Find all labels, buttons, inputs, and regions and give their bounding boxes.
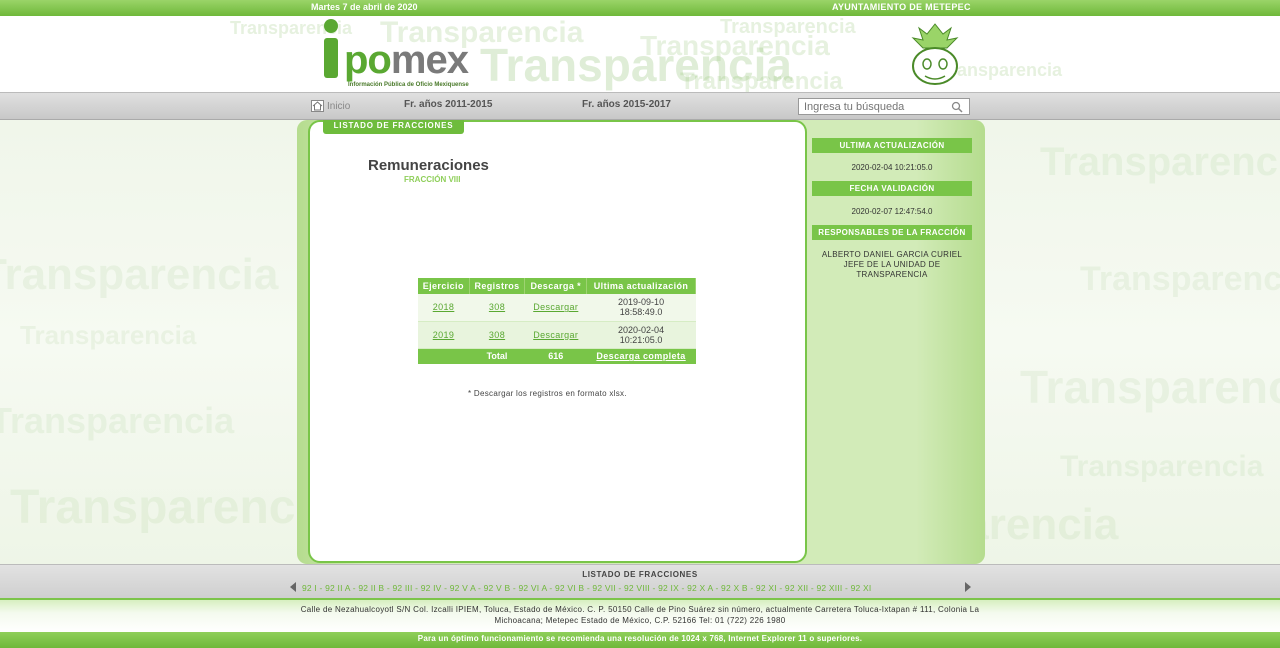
responsible-header: RESPONSABLES DE LA FRACCIÓN [812,225,972,240]
fracciones-bar: LISTADO DE FRACCIONES 92 I - 92 II A - 9… [0,564,1280,598]
total-value: 616 [524,348,587,364]
cell-updated: 2020-02-04 10:21:05.0 [586,321,696,349]
cell-download: Descargar [524,321,587,349]
scroll-right-icon[interactable] [965,582,971,592]
fracciones-bar-title: LISTADO DE FRACCIONES [582,570,698,579]
table-header-row: Ejercicio Registros Descarga * Ultima ac… [418,278,696,294]
watermark-text: Transparencia [1080,260,1280,298]
cell-year: 2019 [418,321,470,349]
records-link[interactable]: 308 [489,302,505,312]
last-update-header: ULTIMA ACTUALIZACIÓN [812,138,972,153]
validation-value: 2020-02-07 12:47:54.0 [851,207,933,216]
records-table: Ejercicio Registros Descarga * Ultima ac… [418,278,696,364]
table-total-row: Total 616 Descarga completa [418,348,696,364]
updated-time: 10:21:05.0 [619,334,663,345]
cell-empty [418,348,470,364]
responsible-info: ALBERTO DANIEL GARCIA CURIEL JEFE DE LA … [812,250,972,280]
scroll-left-icon[interactable] [290,582,296,592]
watermark-text: Transparencia [1060,450,1264,483]
footer-address: Calle de Nezahualcoyotl S/N Col. Izcalli… [300,605,980,625]
watermark-text: Transparencia [720,16,856,38]
search-input[interactable] [798,98,970,115]
watermark-text: Transparencia [20,320,197,350]
cell-year: 2018 [418,294,470,322]
year-link[interactable]: 2018 [433,302,455,312]
fracciones-list[interactable]: 92 I - 92 II A - 92 II B - 92 III - 92 I… [302,583,871,593]
home-icon [311,100,324,112]
nav-bar: Inicio Fr. años 2011-2015 Fr. años 2015-… [0,92,1280,120]
cell-full-download: Descarga completa [586,348,696,364]
full-download-link[interactable]: Descarga completa [596,351,685,361]
watermark-text: Transparencia [1040,140,1280,184]
updated-time: 18:58:49.0 [619,307,663,318]
cell-updated: 2019-09-10 18:58:49.0 [586,294,696,322]
watermark-text: Transparencia [680,68,843,92]
ipomex-logo[interactable]: pomex Información Pública de Oficio Mexi… [318,18,498,90]
nav-home-link[interactable]: Inicio [311,100,350,112]
watermark-text: Transparencia [0,250,279,299]
responsible-role: JEFE DE LA UNIDAD DE TRANSPARENCIA [843,260,941,279]
download-link[interactable]: Descargar [533,330,578,340]
logo-i-icon [324,19,338,78]
table-row: 2019 308 Descargar 2020-02-04 10:21:05.0 [418,321,696,349]
column-header-descarga: Descarga * [524,278,588,294]
last-update-value: 2020-02-04 10:21:05.0 [851,163,933,172]
download-link[interactable]: Descargar [533,302,578,312]
total-label: Total [469,348,525,364]
logo-subtitle: Información Pública de Oficio Mexiquense [348,82,469,88]
responsible-name: ALBERTO DANIEL GARCIA CURIEL [821,250,963,259]
cell-records: 308 [469,321,525,349]
municipality-name: AYUNTAMIENTO DE METEPEC [832,2,971,12]
metepec-emblem-icon [911,23,959,85]
records-link[interactable]: 308 [489,330,505,340]
search-icon[interactable] [951,101,963,113]
watermark-text: Transparencia [0,400,235,441]
column-header-actualizacion: Ultima actualización [586,278,696,294]
updated-date: 2019-09-10 [618,297,665,308]
validation-header: FECHA VALIDACIÓN [812,181,972,196]
logo-wordmark: pomex [344,38,469,83]
watermark-text: Transparencia [1020,361,1280,413]
download-note: * Descargar los registros en formato xls… [468,389,627,398]
tab-listado-fracciones[interactable]: LISTADO DE FRACCIONES [323,120,464,134]
nav-link-2015-2017[interactable]: Fr. años 2015-2017 [582,99,671,110]
cell-download: Descargar [524,294,587,322]
logo-mex: mex [390,38,469,82]
resolution-recommendation: Para un óptimo funcionamiento se recomie… [417,634,863,643]
nav-link-2011-2015[interactable]: Fr. años 2011-2015 [404,99,492,110]
cell-records: 308 [469,294,525,322]
page-title: Remuneraciones [368,157,489,174]
logo-po: po [344,38,392,82]
updated-date: 2020-02-04 [618,324,665,335]
top-bar: Martes 7 de abril de 2020 AYUNTAMIENTO D… [0,0,1280,16]
year-link[interactable]: 2019 [433,330,455,340]
table-row: 2018 308 Descargar 2019-09-10 18:58:49.0 [418,294,696,322]
watermark-text: Transparencia [10,481,336,534]
column-header-registros: Registros [469,278,526,294]
bottom-bar: Para un óptimo funcionamiento se recomie… [0,632,1280,648]
nav-home-label: Inicio [327,100,351,112]
footer: Calle de Nezahualcoyotl S/N Col. Izcalli… [0,598,1280,632]
current-date: Martes 7 de abril de 2020 [311,2,418,12]
column-header-ejercicio: Ejercicio [418,278,470,294]
header: Transparencia Transparencia Transparenci… [0,16,1280,92]
fraction-subtitle: FRACCIÓN VIII [404,175,461,184]
